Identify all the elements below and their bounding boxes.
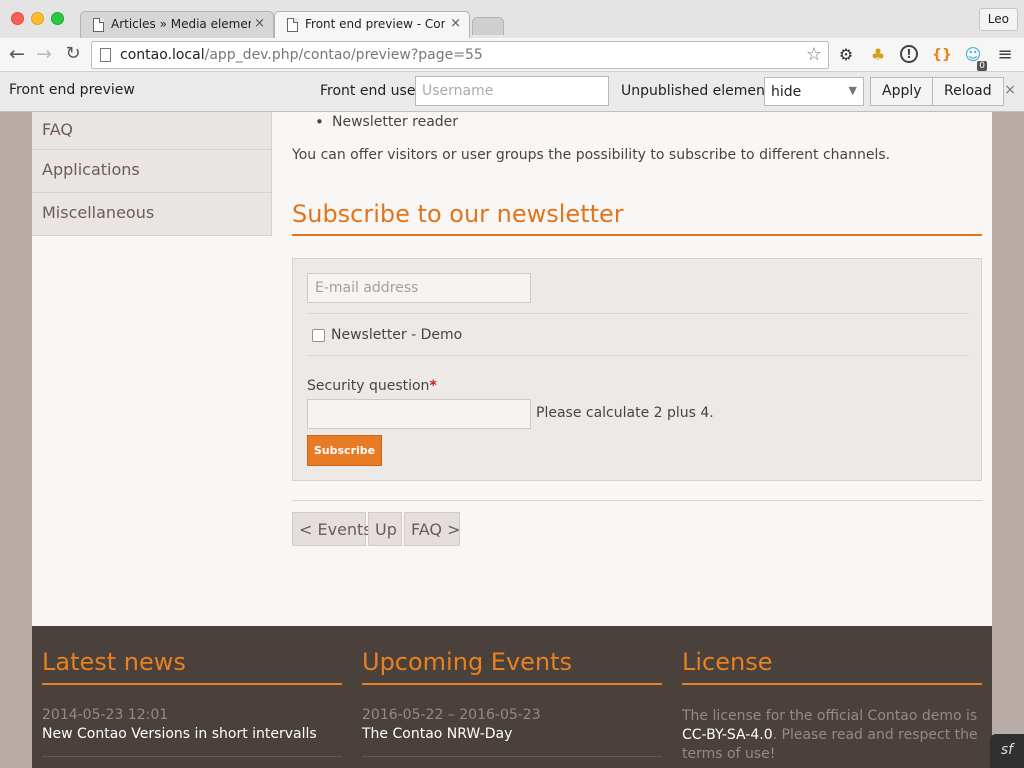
security-question-label: Security question* — [307, 378, 437, 394]
browser-titlebar: Articles » Media elements × Front end pr… — [0, 0, 1024, 39]
zoom-window-button[interactable] — [51, 12, 64, 25]
next-page-link[interactable]: FAQ > — [404, 512, 460, 546]
list-item: Newsletter reader — [315, 113, 458, 131]
info-icon[interactable]: ! — [900, 45, 918, 63]
security-answer-field[interactable] — [307, 399, 531, 429]
subscribe-form: Newsletter - Demo Security question* Ple… — [292, 258, 982, 481]
bookmark-star-icon[interactable]: ☆ — [806, 44, 822, 65]
close-window-button[interactable] — [11, 12, 24, 25]
minimize-window-button[interactable] — [31, 12, 44, 25]
divider — [307, 355, 969, 356]
url-path: /app_dev.php/contao/preview?page=55 — [204, 47, 483, 63]
gear-icon[interactable]: ⚙ — [836, 45, 856, 65]
unpublished-elements-label: Unpublished elements: — [621, 83, 783, 99]
url-host: contao.local — [120, 47, 205, 63]
reload-button[interactable]: Reload — [932, 77, 1004, 106]
divider — [307, 313, 969, 314]
divider — [362, 756, 662, 757]
page-footer: Latest news 2014-05-23 12:01 New Contao … — [32, 626, 992, 768]
divider — [292, 500, 982, 501]
menu-icon[interactable]: ≡ — [995, 45, 1015, 65]
tab-label: Front end preview - Contao — [305, 17, 445, 31]
page-icon — [287, 18, 298, 32]
sidebar-item-miscellaneous[interactable]: Miscellaneous — [32, 193, 272, 236]
divider — [42, 756, 342, 757]
new-tab-button[interactable] — [472, 17, 504, 35]
subscribe-button[interactable]: Subscribe — [307, 435, 382, 466]
close-icon[interactable]: × — [1004, 82, 1016, 98]
license-text: The license for the official Contao demo… — [682, 707, 982, 764]
close-tab-icon[interactable]: × — [450, 16, 461, 31]
security-question-text: Security question — [307, 378, 430, 394]
close-tab-icon[interactable]: × — [254, 16, 265, 31]
latest-news-heading: Latest news — [42, 648, 342, 685]
license-heading: License — [682, 648, 982, 685]
chevron-down-icon: ▼ — [848, 84, 857, 97]
address-bar[interactable]: contao.local/app_dev.php/contao/preview?… — [91, 41, 829, 69]
security-question-hint: Please calculate 2 plus 4. — [536, 405, 714, 421]
up-link[interactable]: Up — [368, 512, 402, 546]
page-icon — [100, 48, 111, 62]
previous-page-link[interactable]: < Events — [292, 512, 372, 546]
symfony-toolbar-icon[interactable]: sf — [990, 734, 1024, 768]
page-icon — [93, 18, 104, 32]
event-link[interactable]: The Contao NRW-Day — [362, 726, 512, 742]
required-marker: * — [429, 378, 437, 394]
username-input[interactable] — [415, 76, 609, 106]
bracket-extension-icon[interactable]: {} — [932, 45, 952, 65]
sidebar-nav: FAQ Applications Miscellaneous — [32, 112, 272, 236]
license-text-start: The license for the official Contao demo… — [682, 708, 978, 724]
extension-badge: 0 — [977, 61, 987, 71]
basket-extension-icon[interactable]: ♣ — [868, 45, 888, 65]
newsletter-heading: Subscribe to our newsletter — [292, 200, 982, 236]
profile-button[interactable]: Leo — [978, 8, 1018, 31]
back-arrow-icon[interactable]: ← — [6, 44, 28, 64]
newsletter-channel-label[interactable]: Newsletter - Demo — [331, 327, 462, 343]
browser-toolbar: ← → ↻ contao.local/app_dev.php/contao/pr… — [0, 38, 1024, 72]
tab-label: Articles » Media elements — [111, 17, 251, 31]
unpublished-elements-select[interactable]: hide ▼ — [764, 77, 864, 106]
newsletter-channel-checkbox[interactable] — [312, 329, 325, 342]
apply-button[interactable]: Apply — [870, 77, 934, 106]
tab-articles[interactable]: Articles » Media elements × — [80, 11, 274, 38]
news-date: 2014-05-23 12:01 — [42, 707, 169, 723]
event-date: 2016-05-22 – 2016-05-23 — [362, 707, 541, 723]
unpublished-elements-value: hide — [771, 84, 802, 100]
forward-arrow-icon[interactable]: → — [33, 44, 55, 64]
email-field[interactable] — [307, 273, 531, 303]
sidebar-item-applications[interactable]: Applications — [32, 150, 272, 193]
ghost-extension-icon[interactable]: ☺ 0 — [963, 45, 987, 71]
sidebar-item-faq[interactable]: FAQ — [32, 112, 272, 150]
preview-bar-title: Front end preview — [9, 82, 135, 98]
preview-bar: Front end preview Front end user: Unpubl… — [0, 72, 1024, 112]
news-link[interactable]: New Contao Versions in short intervalls — [42, 726, 317, 742]
license-link[interactable]: CC-BY-SA-4.0 — [682, 727, 773, 743]
intro-text: You can offer visitors or user groups th… — [292, 147, 891, 163]
upcoming-events-heading: Upcoming Events — [362, 648, 662, 685]
tab-front-end-preview[interactable]: Front end preview - Contao × — [274, 11, 470, 39]
reload-icon[interactable]: ↻ — [62, 44, 84, 64]
front-end-user-label: Front end user: — [320, 83, 426, 99]
